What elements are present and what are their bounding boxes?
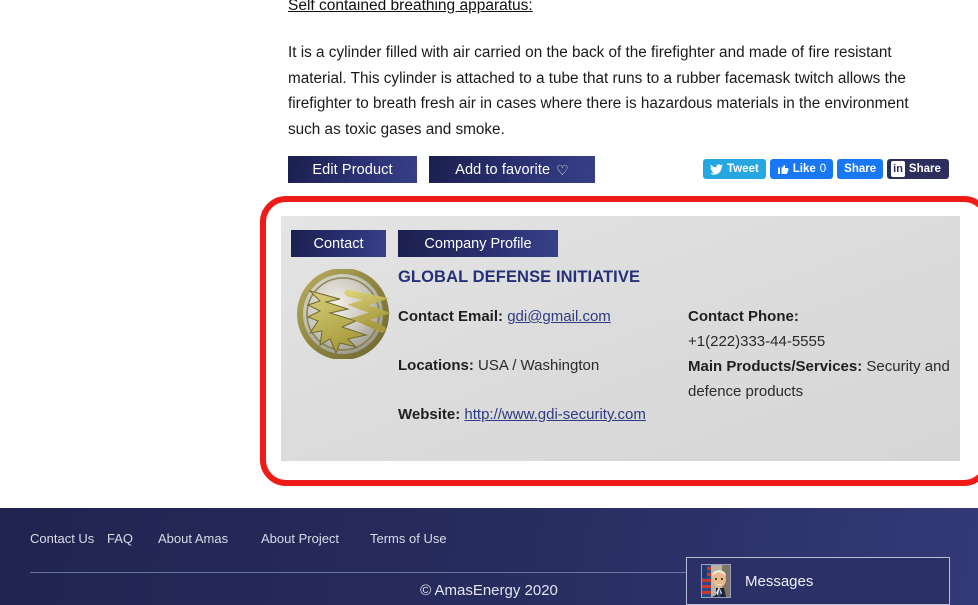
thumbs-up-icon [777,163,789,175]
linkedin-share-button[interactable]: in Share [887,159,949,179]
website-row: Website: http://www.gdi-security.com [398,402,688,427]
add-to-favorite-label: Add to favorite [455,161,551,178]
main-products-label: Main Products/Services: [688,358,863,375]
edit-product-button[interactable]: Edit Product [288,156,417,183]
footer-navigation: Contact Us FAQ About Amas About Project … [30,531,470,546]
contact-phone-label-row: Contact Phone: [688,304,954,329]
like-label: Like [792,163,816,175]
social-share-bar: Tweet Like 0 Share in Share [703,159,949,179]
page-root: Self contained breathing apparatus: It i… [0,0,978,605]
footer-link-about-project[interactable]: About Project [261,531,370,546]
add-to-favorite-button[interactable]: Add to favorite ♡ [429,156,595,183]
footer-link-faq[interactable]: FAQ [107,531,158,546]
product-description: It is a cylinder filled with air carried… [288,44,909,138]
locations-row: Locations: USA / Washington [398,353,688,378]
company-info-right-column: Contact Phone: +1(222)333-44-5555 Main P… [688,304,954,427]
footer-link-terms-of-use[interactable]: Terms of Use [370,531,470,546]
contact-email-row: Contact Email: gdi@gmail.com [398,304,688,329]
company-logo-icon [296,268,392,360]
contact-phone-value: +1(222)333-44-5555 [688,333,826,350]
website-label: Website: [398,406,461,423]
product-content: Self contained breathing apparatus: It i… [288,0,948,142]
contact-email-link[interactable]: gdi@gmail.com [507,308,611,325]
messages-widget[interactable]: Messages [686,557,950,605]
company-info-left-column: Contact Email: gdi@gmail.com Locations: … [398,304,688,427]
product-heading: Self contained breathing apparatus: [288,0,533,14]
locations-label: Locations: [398,357,474,374]
footer-link-about-amas[interactable]: About Amas [158,531,261,546]
heart-icon: ♡ [556,161,569,178]
like-count: 0 [819,163,827,175]
website-link[interactable]: http://www.gdi-security.com [464,406,645,423]
contact-email-label: Contact Email: [398,308,504,325]
twitter-tweet-button[interactable]: Tweet [703,159,766,179]
tab-company-profile[interactable]: Company Profile [398,230,558,257]
company-details: GLOBAL DEFENSE INITIATIVE Contact Email:… [398,268,954,427]
contact-phone-label: Contact Phone: [688,308,799,325]
tab-contact[interactable]: Contact [291,230,386,257]
twitter-icon [710,163,723,175]
locations-value: USA / Washington [478,357,600,374]
tweet-label: Tweet [727,163,759,175]
footer-link-contact-us[interactable]: Contact Us [30,531,107,546]
main-products-row: Main Products/Services: Security and def… [688,354,954,404]
avatar [701,564,731,598]
facebook-share-button[interactable]: Share [837,159,884,179]
facebook-like-button[interactable]: Like 0 [769,159,834,179]
company-contact-card: Contact Company Profile GLOBAL DEFENSE I… [281,216,960,461]
contact-phone-value-row: +1(222)333-44-5555 [688,329,954,354]
linkedin-icon: in [891,161,905,177]
linkedin-share-label: Share [908,163,941,175]
company-name: GLOBAL DEFENSE INITIATIVE [398,268,641,286]
messages-label: Messages [745,572,814,590]
company-card-tabs: Contact Company Profile [291,230,558,257]
